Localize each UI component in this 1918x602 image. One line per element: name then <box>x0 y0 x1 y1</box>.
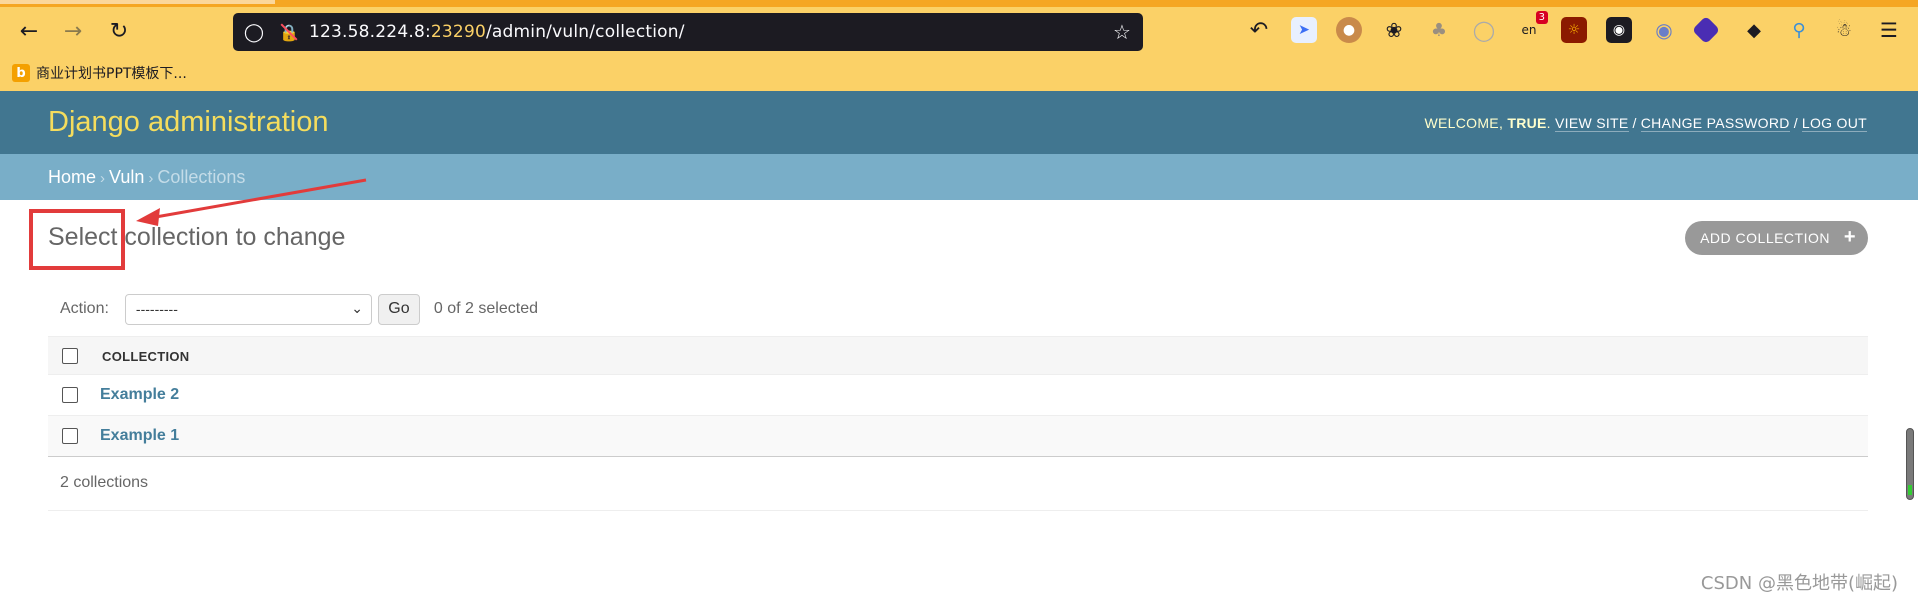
glasses-extension-icon[interactable]: ◉ <box>1606 17 1632 43</box>
breadcrumb: Home › Vuln › Collections <box>0 154 1918 200</box>
row-link[interactable]: Example 2 <box>100 386 179 404</box>
insecure-lock-icon[interactable]: 🔒 <box>276 19 302 45</box>
extension-badge: 3 <box>1535 11 1548 24</box>
browser-toolbar: ← → ↻ ◯ 🔒 123.58.224.8:23290/admin/vuln/… <box>0 0 1918 91</box>
action-select-value: --------- <box>135 301 178 317</box>
breadcrumb-current: Collections <box>157 167 246 187</box>
cookie-outline-icon[interactable]: ❀ <box>1381 17 1407 43</box>
view-site-link[interactable]: VIEW SITE <box>1555 115 1629 132</box>
column-header-collection[interactable]: COLLECTION <box>102 349 190 364</box>
arrow-right-icon: → <box>63 18 83 44</box>
bing-icon: b <box>12 64 30 82</box>
add-collection-button[interactable]: ADD COLLECTION + <box>1685 221 1868 255</box>
back-button[interactable]: ← <box>14 16 44 46</box>
shield-icon[interactable]: ◯ <box>241 19 267 45</box>
log-out-link[interactable]: LOG OUT <box>1801 115 1867 132</box>
table-row: Example 2 <box>48 375 1868 416</box>
cookie-extension-icon[interactable]: ● <box>1336 17 1362 43</box>
username: TRUE <box>1507 115 1547 131</box>
toggle-extension-icon[interactable]: ◉ <box>1651 17 1677 43</box>
watermark: CSDN @黑色地带(崛起) <box>1700 573 1898 594</box>
bookmark-item[interactable]: b 商业计划书PPT模板下... <box>12 63 187 83</box>
bird-extension-icon[interactable]: ➤ <box>1291 17 1317 43</box>
action-select[interactable]: --------- ⌄ <box>124 293 372 325</box>
site-branding[interactable]: Django administration <box>48 106 328 139</box>
annotation-highlight-box <box>29 209 125 270</box>
welcome-text: WELCOME, <box>1424 115 1504 131</box>
breadcrumb-separator: › <box>148 170 154 187</box>
breadcrumb-home[interactable]: Home <box>48 167 96 187</box>
forward-button[interactable]: → <box>58 16 88 46</box>
hacker-extension-icon[interactable]: ☃ <box>1831 17 1857 43</box>
tab-strip-edge <box>0 0 1918 7</box>
address-bar[interactable]: ◯ 🔒 123.58.224.8:23290/admin/vuln/collec… <box>233 13 1143 51</box>
add-collection-label: ADD COLLECTION <box>1700 230 1830 246</box>
active-tab-indicator <box>0 0 275 4</box>
table-header: COLLECTION <box>48 336 1868 375</box>
reload-button[interactable]: ↻ <box>104 16 134 46</box>
bookmark-label: 商业计划书PPT模板下... <box>36 66 187 82</box>
selection-counter: 0 of 2 selected <box>433 300 538 317</box>
result-list: COLLECTION Example 2 Example 1 2 collect… <box>48 336 1868 511</box>
undo-icon[interactable]: ↶ <box>1246 17 1272 43</box>
sun-extension-icon[interactable]: ☼ <box>1561 17 1587 43</box>
arrow-left-icon: ← <box>19 18 39 44</box>
ring-extension-icon[interactable]: ◯ <box>1471 17 1497 43</box>
change-password-link[interactable]: CHANGE PASSWORD <box>1640 115 1790 132</box>
translate-extension-icon[interactable]: en 3 <box>1516 11 1548 43</box>
url-text[interactable]: 123.58.224.8:23290/admin/vuln/collection… <box>309 22 685 42</box>
row-checkbox[interactable] <box>62 428 78 444</box>
go-button[interactable]: Go <box>377 293 420 325</box>
diamond-extension-icon[interactable] <box>1691 15 1721 45</box>
puzzle-extension-icon[interactable]: ♣ <box>1426 17 1452 43</box>
menu-icon[interactable]: ☰ <box>1876 17 1902 43</box>
reload-icon: ↻ <box>109 18 129 44</box>
url-host: 123.58.224.8: <box>309 22 431 42</box>
url-port: 23290 <box>430 22 486 42</box>
hat-extension-icon[interactable]: ◆ <box>1741 17 1767 43</box>
table-row: Example 1 <box>48 416 1868 457</box>
chevron-down-icon: ⌄ <box>351 299 363 316</box>
translate-sub-label: en <box>1521 23 1537 37</box>
django-header: Django administration WELCOME, TRUE. VIE… <box>0 91 1918 154</box>
url-path: /admin/vuln/collection/ <box>485 22 685 42</box>
select-all-checkbox[interactable] <box>62 348 78 364</box>
pin-extension-icon[interactable]: ⚲ <box>1786 17 1812 43</box>
user-tools: WELCOME, TRUE. VIEW SITE / CHANGE PASSWORD… <box>1424 115 1867 132</box>
plus-icon: + <box>1843 226 1856 248</box>
scrollbar-thumb[interactable] <box>1906 428 1914 500</box>
paginator: 2 collections <box>48 457 1868 511</box>
row-link[interactable]: Example 1 <box>100 427 179 445</box>
result-count: 2 collections <box>60 474 149 491</box>
breadcrumb-separator: › <box>100 170 106 187</box>
row-checkbox[interactable] <box>62 387 78 403</box>
bookmark-star-icon[interactable]: ☆ <box>1109 19 1135 45</box>
breadcrumb-app[interactable]: Vuln <box>109 167 144 187</box>
actions-bar: Action: --------- ⌄ Go 0 of 2 selected <box>48 291 538 327</box>
action-label: Action: <box>60 300 109 317</box>
